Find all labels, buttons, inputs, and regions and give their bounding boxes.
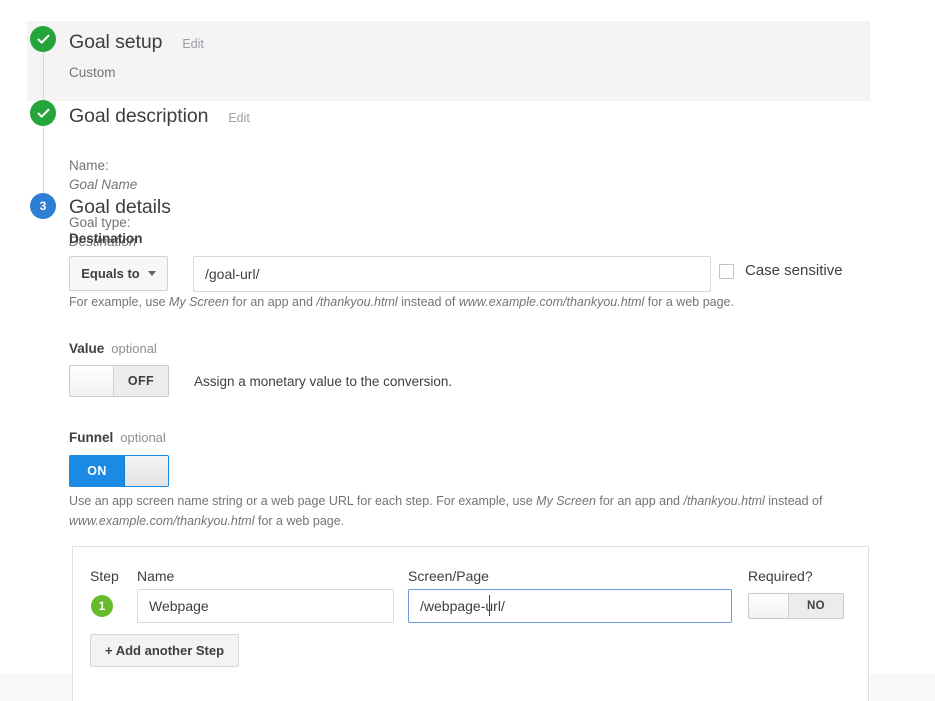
add-another-step-button[interactable]: + Add another Step [90, 634, 240, 667]
step-2-title: Goal description [69, 105, 209, 127]
funnel-hint-text: Use an app screen name string or a web p… [69, 494, 537, 508]
funnel-step-number-badge: 1 [91, 595, 113, 617]
goal-name-value: Goal Name [69, 177, 138, 192]
value-toggle-state: OFF [114, 366, 168, 396]
funnel-label-text: Funnel [69, 430, 114, 445]
value-label: Value optional [69, 341, 157, 356]
hint-text-3: instead of [397, 295, 459, 309]
hint-text-2: for an app and [228, 295, 317, 309]
step-2-status-icon [30, 100, 56, 126]
funnel-toggle-state: ON [70, 456, 124, 486]
match-type-dropdown[interactable]: Equals to [69, 256, 168, 291]
step-1-title: Goal setup [69, 31, 163, 53]
funnel-hint: Use an app screen name string or a web p… [69, 491, 844, 531]
hint-emphasis-2: /thankyou.html [316, 295, 398, 309]
funnel-step-required-toggle[interactable]: NO [748, 593, 844, 619]
match-type-value: Equals to [81, 266, 140, 281]
step-3-status-icon: 3 [30, 193, 56, 219]
step-1-summary: Custom [69, 65, 116, 80]
funnel-hint-text-3: instead of [764, 494, 823, 508]
funnel-step-name-input[interactable] [137, 589, 394, 623]
hint-emphasis-1: My Screen [169, 295, 229, 309]
step-2-edit-link[interactable]: Edit [228, 111, 250, 125]
check-icon [37, 34, 49, 44]
step-3-header: Goal details [69, 196, 171, 219]
value-label-text: Value [69, 341, 105, 356]
check-icon [37, 108, 49, 118]
column-header-screen-page: Screen/Page [408, 568, 489, 584]
step-2-header: Goal description Edit [69, 105, 250, 128]
funnel-toggle-knob [124, 456, 168, 486]
funnel-label: Funnel optional [69, 430, 166, 445]
step-1-edit-link[interactable]: Edit [182, 37, 204, 51]
step-1-status-icon [30, 26, 56, 52]
step-3-number: 3 [39, 199, 47, 213]
value-toggle-knob [70, 366, 114, 396]
hint-emphasis-3: www.example.com/thankyou.html [458, 295, 645, 309]
funnel-hint-emphasis-1: My Screen [536, 494, 596, 508]
required-toggle-state: NO [789, 594, 843, 618]
case-sensitive-label: Case sensitive [745, 262, 843, 279]
funnel-optional-tag: optional [120, 430, 166, 445]
value-description: Assign a monetary value to the conversio… [194, 374, 453, 389]
funnel-hint-text-2: for an app and [595, 494, 684, 508]
text-cursor [489, 595, 490, 616]
hint-text: For example, use [69, 295, 170, 309]
destination-url-input[interactable] [193, 256, 711, 292]
destination-hint: For example, use My Screen for an app an… [69, 292, 869, 312]
goal-configuration-page: Goal setup Edit Custom Goal description … [0, 0, 935, 701]
value-toggle[interactable]: OFF [69, 365, 169, 397]
funnel-hint-text-4: for a web page. [254, 514, 345, 528]
column-header-step: Step [90, 568, 119, 584]
funnel-hint-emphasis-3: www.example.com/thankyou.html [69, 514, 255, 528]
step-3-title: Goal details [69, 196, 171, 218]
required-toggle-knob [749, 594, 789, 618]
column-header-name: Name [137, 568, 175, 584]
funnel-toggle[interactable]: ON [69, 455, 169, 487]
funnel-hint-emphasis-2: /thankyou.html [683, 494, 765, 508]
hint-text-4: for a web page. [644, 295, 734, 309]
goal-name-label: Name: [69, 158, 109, 173]
funnel-step-screen-page-input[interactable] [408, 589, 732, 623]
case-sensitive-checkbox[interactable] [719, 264, 734, 279]
chevron-down-icon [147, 271, 156, 276]
value-optional-tag: optional [111, 341, 157, 356]
column-header-required: Required? [748, 568, 813, 584]
destination-label: Destination [69, 231, 143, 246]
step-1-header: Goal setup Edit [69, 31, 204, 54]
